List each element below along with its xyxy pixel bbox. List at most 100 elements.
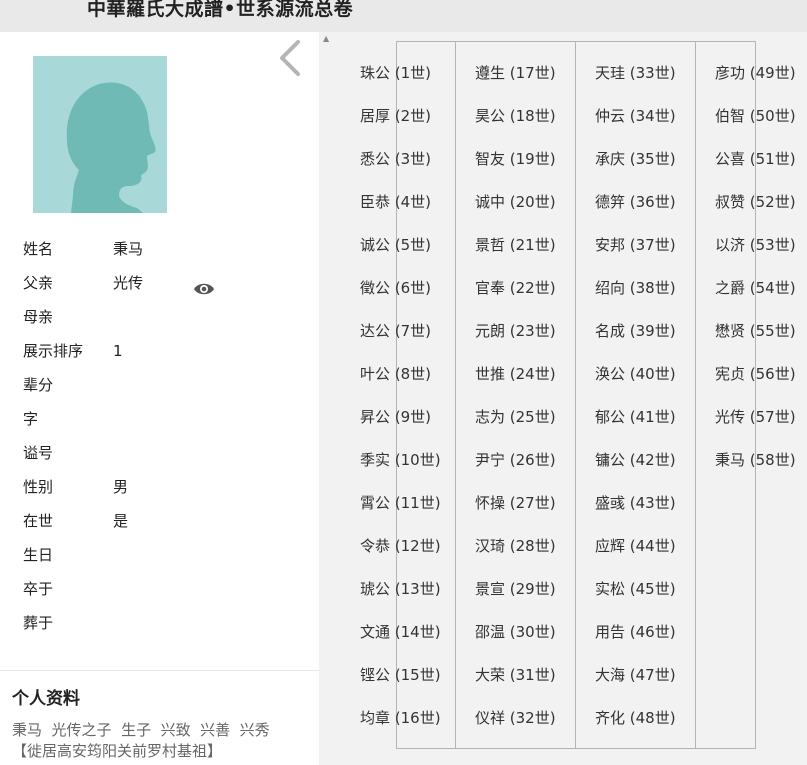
info-label: 展示排序 [23,342,84,360]
info-row: 字 [23,402,313,436]
info-row: 在世 是 [23,504,313,538]
generation-link[interactable]: 官奉 (22世) [475,278,556,298]
generation-link[interactable]: 霄公 (11世) [360,493,441,513]
lineage-column-frame [695,41,756,749]
info-row: 展示排序 1 [23,334,313,368]
info-value: 1 [113,342,123,360]
generation-link[interactable]: 昊公 (18世) [475,106,556,126]
generation-link[interactable]: 承庆 (35世) [595,149,676,169]
generation-link[interactable]: 铿公 (15世) [360,665,441,685]
generation-link[interactable]: 应辉 (44世) [595,536,676,556]
generation-link[interactable]: 智友 (19世) [475,149,556,169]
scroll-up-arrow-icon[interactable]: ▲ [323,34,329,43]
profile-title: 个人资料 [12,689,80,709]
generation-link[interactable]: 安邦 (37世) [595,235,676,255]
generation-link[interactable]: 之爵 (54世) [715,278,796,298]
lineage-panel: ▲ 珠公 (1世) 居厚 (2世) 悉公 (3世) 臣恭 (4世) 诚公 (5世) 徵公 … [319,32,807,765]
info-row: 父亲 光传 [23,266,313,300]
generation-link[interactable]: 公喜 (51世) [715,149,796,169]
generation-link[interactable]: 尹宁 (26世) [475,450,556,470]
generation-link[interactable]: 令恭 (12世) [360,536,441,556]
info-label: 姓名 [23,240,54,258]
generation-link[interactable]: 名成 (39世) [595,321,676,341]
generation-link[interactable]: 珠公 (1世) [360,63,431,83]
info-row: 性别 男 [23,470,313,504]
profile-text: 秉马 光传之子 生子 兴致 兴善 兴秀 【徙居高安筠阳关前罗村基祖】 [12,720,312,762]
generation-link[interactable]: 仲云 (34世) [595,106,676,126]
generation-link[interactable]: 诚公 (5世) [360,235,431,255]
info-row: 姓名 秉马 [23,232,313,266]
info-row: 辈分 [23,368,313,402]
generation-link[interactable]: 诚中 (20世) [475,192,556,212]
profile-line-2: 【徙居高安筠阳关前罗村基祖】 [12,742,223,760]
info-row: 谥号 [23,436,313,470]
generation-link[interactable]: 志为 (25世) [475,407,556,427]
generation-link[interactable]: 彦功 (49世) [715,63,796,83]
generation-link[interactable]: 元朗 (23世) [475,321,556,341]
generation-link[interactable]: 德笄 (36世) [595,192,676,212]
generation-link[interactable]: 昇公 (9世) [360,407,431,427]
eye-icon[interactable] [193,275,215,295]
generation-link[interactable]: 景宣 (29世) [475,579,556,599]
generation-link[interactable]: 盛彧 (43世) [595,493,676,513]
generation-link[interactable]: 徵公 (6世) [360,278,431,298]
generation-link[interactable]: 世推 (24世) [475,364,556,384]
generation-link[interactable]: 邵温 (30世) [475,622,556,642]
generation-link[interactable]: 用告 (46世) [595,622,676,642]
generation-link[interactable]: 天珪 (33世) [595,63,676,83]
generation-link[interactable]: 叶公 (8世) [360,364,431,384]
generation-link[interactable]: 镛公 (42世) [595,450,676,470]
generation-link[interactable]: 景哲 (21世) [475,235,556,255]
generation-link[interactable]: 秉马 (58世) [715,450,796,470]
generation-link[interactable]: 叔赞 (52世) [715,192,796,212]
generation-link[interactable]: 实松 (45世) [595,579,676,599]
info-label: 性别 [23,478,54,496]
generation-link[interactable]: 大荣 (31世) [475,665,556,685]
info-row: 生日 [23,538,313,572]
info-value: 光传 [113,274,144,292]
generation-link[interactable]: 达公 (7世) [360,321,431,341]
generation-link[interactable]: 伯智 (50世) [715,106,796,126]
generation-link[interactable]: 均章 (16世) [360,708,441,728]
generation-link[interactable]: 郁公 (41世) [595,407,676,427]
generation-link[interactable]: 怀操 (27世) [475,493,556,513]
generation-link[interactable]: 以济 (53世) [715,235,796,255]
generation-link[interactable]: 汉琦 (28世) [475,536,556,556]
person-info: 姓名 秉马父亲 光传母亲展示排序 1 辈分字谥号性别 男在世 是生日卒于葬于 [23,232,313,640]
info-row: 葬于 [23,606,313,640]
generation-link[interactable]: 绍向 (38世) [595,278,676,298]
info-label: 父亲 [23,274,54,292]
avatar [33,56,167,213]
generation-link[interactable]: 季实 (10世) [360,450,441,470]
generation-link[interactable]: 悉公 (3世) [360,149,431,169]
info-label: 谥号 [23,444,54,462]
generation-link[interactable]: 懋贤 (55世) [715,321,796,341]
generation-link[interactable]: 居厚 (2世) [360,106,431,126]
generation-link[interactable]: 齐化 (48世) [595,708,676,728]
generation-link[interactable]: 遵生 (17世) [475,63,556,83]
header-bar: 中華羅氏大成譜•世系源流总卷 [0,0,807,32]
back-chevron-icon[interactable] [276,38,306,78]
generation-link[interactable]: 光传 (57世) [715,407,796,427]
generation-link[interactable]: 涣公 (40世) [595,364,676,384]
info-label: 生日 [23,546,54,564]
lineage-column-frame [575,41,696,749]
generation-link[interactable]: 臣恭 (4世) [360,192,431,212]
info-row: 卒于 [23,572,313,606]
generation-link[interactable]: 仪祥 (32世) [475,708,556,728]
generation-link[interactable]: 大海 (47世) [595,665,676,685]
info-label: 字 [23,410,39,428]
info-label: 卒于 [23,580,54,598]
generation-link[interactable]: 琥公 (13世) [360,579,441,599]
info-label: 辈分 [23,376,54,394]
profile-line-1: 秉马 光传之子 生子 兴致 兴善 兴秀 [12,721,270,739]
person-silhouette-icon [33,56,167,213]
info-row: 母亲 [23,300,313,334]
info-label: 葬于 [23,614,54,632]
generation-link[interactable]: 宪贞 (56世) [715,364,796,384]
info-value: 是 [113,512,129,530]
person-panel: 姓名 秉马父亲 光传母亲展示排序 1 辈分字谥号性别 男在世 是生日卒于葬于 个人资料 秉马… [0,32,319,765]
info-label: 在世 [23,512,54,530]
generation-link[interactable]: 文通 (14世) [360,622,441,642]
lineage-column-frame [455,41,576,749]
